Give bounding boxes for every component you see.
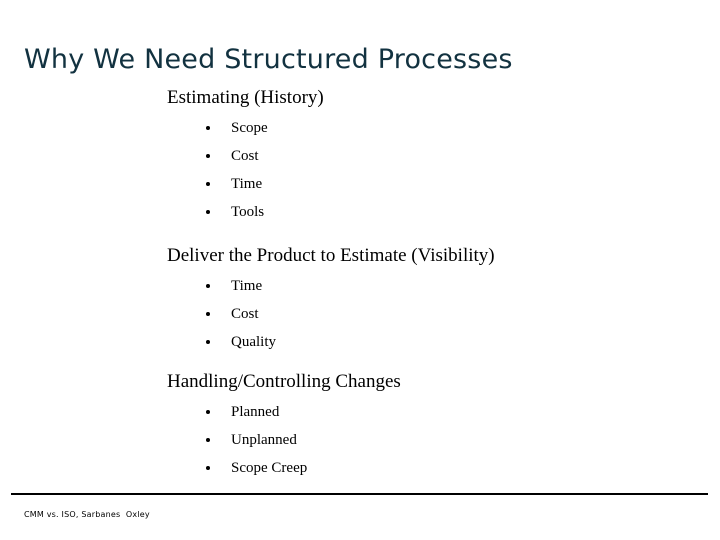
list-item: Planned: [167, 398, 687, 426]
group-heading: Deliver the Product to Estimate (Visibil…: [167, 245, 495, 266]
footer-label: CMM vs. ISO, Sarbanes Oxley: [24, 510, 150, 519]
content-group-estimating: Estimating (History) Scope Cost Time Too…: [167, 86, 687, 226]
content-group-handling: Handling/Controlling Changes Planned Unp…: [167, 370, 687, 482]
list-item: Quality: [167, 328, 687, 356]
list-item: Scope Creep: [167, 454, 687, 482]
list-item-label: Unplanned: [231, 432, 297, 448]
list-item-label: Cost: [231, 148, 259, 164]
bullet-list: Scope Cost Time Tools: [167, 114, 687, 226]
list-item: Cost: [167, 142, 687, 170]
bullet-dot-icon: [206, 340, 210, 344]
list-item: Tools: [167, 198, 687, 226]
list-item-label: Cost: [231, 306, 259, 322]
list-item-label: Quality: [231, 334, 276, 350]
bullet-list: Planned Unplanned Scope Creep: [167, 398, 687, 482]
footer-divider: [11, 493, 708, 495]
list-item-label: Scope: [231, 120, 268, 136]
group-heading: Handling/Controlling Changes: [167, 371, 401, 392]
list-item: Cost: [167, 300, 687, 328]
bullet-dot-icon: [206, 154, 210, 158]
bullet-dot-icon: [206, 126, 210, 130]
page-title: Why We Need Structured Processes: [24, 44, 513, 76]
list-item: Scope: [167, 114, 687, 142]
content-group-deliver: Deliver the Product to Estimate (Visibil…: [167, 244, 687, 356]
list-item: Time: [167, 272, 687, 300]
list-item: Time: [167, 170, 687, 198]
bullet-dot-icon: [206, 438, 210, 442]
bullet-dot-icon: [206, 182, 210, 186]
bullet-list: Time Cost Quality: [167, 272, 687, 356]
group-heading: Estimating (History): [167, 87, 324, 108]
list-item-label: Time: [231, 176, 263, 192]
list-item-label: Scope Creep: [231, 460, 308, 476]
list-item-label: Tools: [231, 204, 265, 220]
bullet-dot-icon: [206, 284, 210, 288]
slide-canvas: Why We Need Structured Processes Estimat…: [0, 0, 720, 540]
list-item-label: Planned: [231, 404, 280, 420]
bullet-dot-icon: [206, 210, 210, 214]
bullet-dot-icon: [206, 312, 210, 316]
list-item: Unplanned: [167, 426, 687, 454]
bullet-dot-icon: [206, 410, 210, 414]
bullet-dot-icon: [206, 466, 210, 470]
list-item-label: Time: [231, 278, 263, 294]
slide-body: Estimating (History) Scope Cost Time Too…: [167, 86, 687, 482]
